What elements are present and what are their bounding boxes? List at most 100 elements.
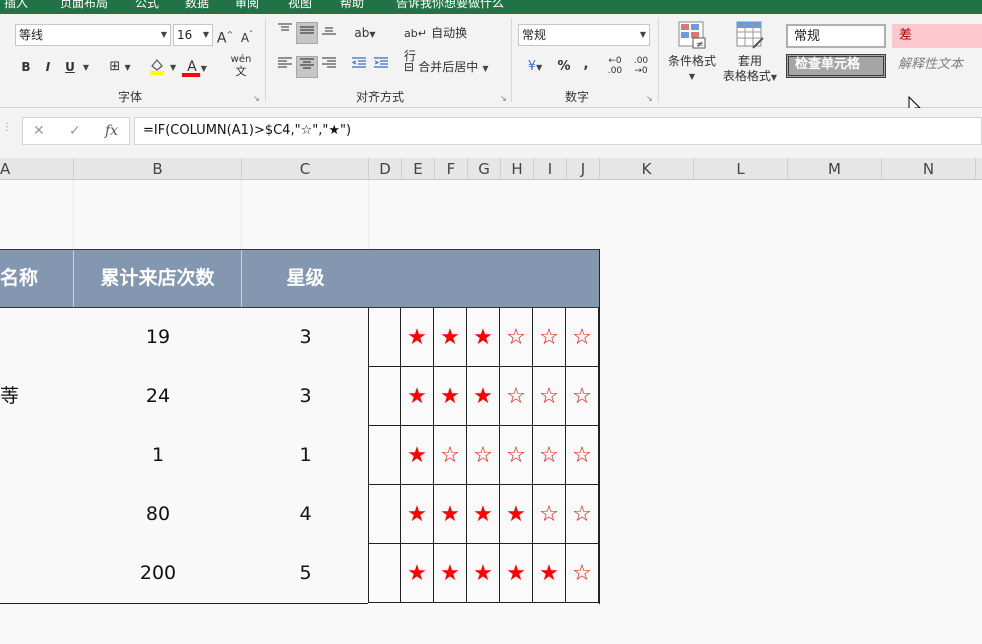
star-cell[interactable]: ☆ xyxy=(533,308,566,367)
increase-indent-button[interactable] xyxy=(370,56,392,78)
cell-name[interactable] xyxy=(0,426,74,485)
align-top-button[interactable] xyxy=(274,22,296,44)
column-header-l[interactable]: L xyxy=(694,158,788,180)
cell-visits[interactable]: 80 xyxy=(74,485,242,544)
font-size-combo[interactable]: 16 ▼ xyxy=(173,24,213,46)
style-check-cell[interactable]: 检查单元格 xyxy=(786,54,886,78)
cell-visits[interactable]: 200 xyxy=(74,544,242,603)
column-header-f[interactable]: F xyxy=(435,158,468,180)
merge-center-button[interactable]: ⊟ 合并后居中 ▼ xyxy=(404,56,502,78)
cell-level[interactable]: 5 xyxy=(242,544,369,603)
cell-visits[interactable]: 24 xyxy=(74,367,242,426)
star-cell[interactable]: ★ xyxy=(401,485,434,544)
decrease-indent-button[interactable] xyxy=(348,56,370,78)
format-as-table-button[interactable]: 套用 表格格式▼ xyxy=(720,18,780,86)
column-header-g[interactable]: G xyxy=(468,158,501,180)
column-header-n[interactable]: N xyxy=(882,158,976,180)
cell-level[interactable]: 3 xyxy=(242,308,369,367)
cell-d[interactable] xyxy=(368,544,401,603)
style-bad[interactable]: 差 xyxy=(892,24,982,48)
cell-name[interactable] xyxy=(0,485,74,544)
star-cell[interactable]: ☆ xyxy=(533,485,566,544)
orientation-button[interactable]: ab▼ xyxy=(350,22,380,44)
grow-font-button[interactable]: A^ xyxy=(216,24,234,47)
worksheet-grid[interactable]: 名称 累计来店次数 星级 19 3 ★ ★ ★ ☆ ☆ ☆ 䓁 24 3 ★ ★… xyxy=(0,180,982,644)
star-cell[interactable]: ★ xyxy=(467,308,500,367)
star-cell[interactable]: ★ xyxy=(533,544,566,603)
align-right-button[interactable] xyxy=(318,56,340,78)
conditional-formatting-button[interactable]: ≠ 条件格式 ▼ xyxy=(664,18,720,86)
underline-dropdown[interactable]: ▼ xyxy=(80,56,92,78)
name-box-handle-icon[interactable]: ⋮ xyxy=(2,122,12,133)
tab-review[interactable]: 审阅 xyxy=(235,0,259,11)
cell-visits[interactable]: 19 xyxy=(74,308,242,367)
number-launcher-icon[interactable]: ↘ xyxy=(646,94,653,103)
star-cell[interactable]: ★ xyxy=(434,308,467,367)
align-bottom-button[interactable] xyxy=(318,22,340,44)
star-cell[interactable]: ☆ xyxy=(500,367,533,426)
star-cell[interactable]: ★ xyxy=(401,308,434,367)
star-cell[interactable]: ☆ xyxy=(434,426,467,485)
cell-d[interactable] xyxy=(368,367,401,426)
shrink-font-button[interactable]: Aˇ xyxy=(238,24,256,46)
star-cell[interactable]: ☆ xyxy=(566,485,599,544)
cell-d[interactable] xyxy=(368,485,401,544)
increase-decimal-button[interactable]: ←0.00 xyxy=(604,56,626,78)
font-color-button[interactable]: A ▼ xyxy=(180,56,214,78)
style-normal[interactable]: 常规 xyxy=(786,24,886,48)
comma-button[interactable]: , xyxy=(578,54,594,76)
column-header-i[interactable]: I xyxy=(534,158,567,180)
star-cell[interactable]: ☆ xyxy=(566,367,599,426)
tab-formulas[interactable]: 公式 xyxy=(135,0,159,11)
formula-input[interactable]: =IF(COLUMN(A1)>$C4,"☆","★") xyxy=(134,117,982,145)
number-format-combo[interactable]: 常规 ▼ xyxy=(518,24,650,46)
star-cell[interactable]: ☆ xyxy=(533,367,566,426)
star-cell[interactable]: ★ xyxy=(434,485,467,544)
star-cell[interactable]: ☆ xyxy=(467,426,500,485)
decrease-decimal-button[interactable]: .00 →0 xyxy=(630,56,652,78)
insert-function-button[interactable]: fx xyxy=(105,123,118,139)
header-name[interactable]: 名称 xyxy=(0,250,74,307)
column-header-d[interactable]: D xyxy=(369,158,402,180)
column-header-e[interactable]: E xyxy=(402,158,435,180)
phonetic-button[interactable]: wén 文 xyxy=(224,54,258,78)
column-header-j[interactable]: J xyxy=(567,158,600,180)
align-center-button[interactable] xyxy=(296,56,318,78)
star-cell[interactable]: ☆ xyxy=(533,426,566,485)
alignment-launcher-icon[interactable]: ↘ xyxy=(500,94,507,103)
star-cell[interactable]: ★ xyxy=(467,367,500,426)
star-cell[interactable]: ★ xyxy=(434,544,467,603)
percent-button[interactable]: % xyxy=(554,56,574,78)
enter-formula-button[interactable]: ✓ xyxy=(69,123,81,139)
column-header-m[interactable]: M xyxy=(788,158,882,180)
cell-level[interactable]: 1 xyxy=(242,426,369,485)
italic-button[interactable]: I xyxy=(38,56,58,78)
tell-me-box[interactable]: 告诉我你想要做什么 xyxy=(396,0,504,11)
align-middle-button[interactable] xyxy=(296,22,318,44)
star-cell[interactable]: ☆ xyxy=(500,426,533,485)
star-cell[interactable]: ★ xyxy=(500,544,533,603)
cell-level[interactable]: 3 xyxy=(242,367,369,426)
cell-d[interactable] xyxy=(368,308,401,367)
tab-view[interactable]: 视图 xyxy=(288,0,312,11)
cancel-formula-button[interactable]: ✕ xyxy=(33,123,45,139)
star-cell[interactable]: ★ xyxy=(401,426,434,485)
star-cell[interactable]: ★ xyxy=(467,544,500,603)
cell-visits[interactable]: 1 xyxy=(74,426,242,485)
column-header-h[interactable]: H xyxy=(501,158,534,180)
font-name-combo[interactable]: 等线 ▼ xyxy=(15,24,171,46)
cell-level[interactable]: 4 xyxy=(242,485,369,544)
star-cell[interactable]: ☆ xyxy=(566,308,599,367)
star-cell[interactable]: ☆ xyxy=(566,426,599,485)
style-explanatory[interactable]: 解释性文本 xyxy=(892,54,982,78)
accounting-format-button[interactable]: ¥▼ xyxy=(520,56,550,78)
align-left-button[interactable] xyxy=(274,56,296,78)
star-cell[interactable]: ★ xyxy=(401,367,434,426)
tab-help[interactable]: 帮助 xyxy=(340,0,364,11)
star-cell[interactable]: ★ xyxy=(434,367,467,426)
header-visits[interactable]: 累计来店次数 xyxy=(74,250,242,307)
header-level[interactable]: 星级 xyxy=(242,250,369,307)
star-cell[interactable]: ★ xyxy=(401,544,434,603)
wrap-text-button[interactable]: ab↵ 自动换行 xyxy=(404,22,474,63)
star-cell[interactable]: ★ xyxy=(467,485,500,544)
